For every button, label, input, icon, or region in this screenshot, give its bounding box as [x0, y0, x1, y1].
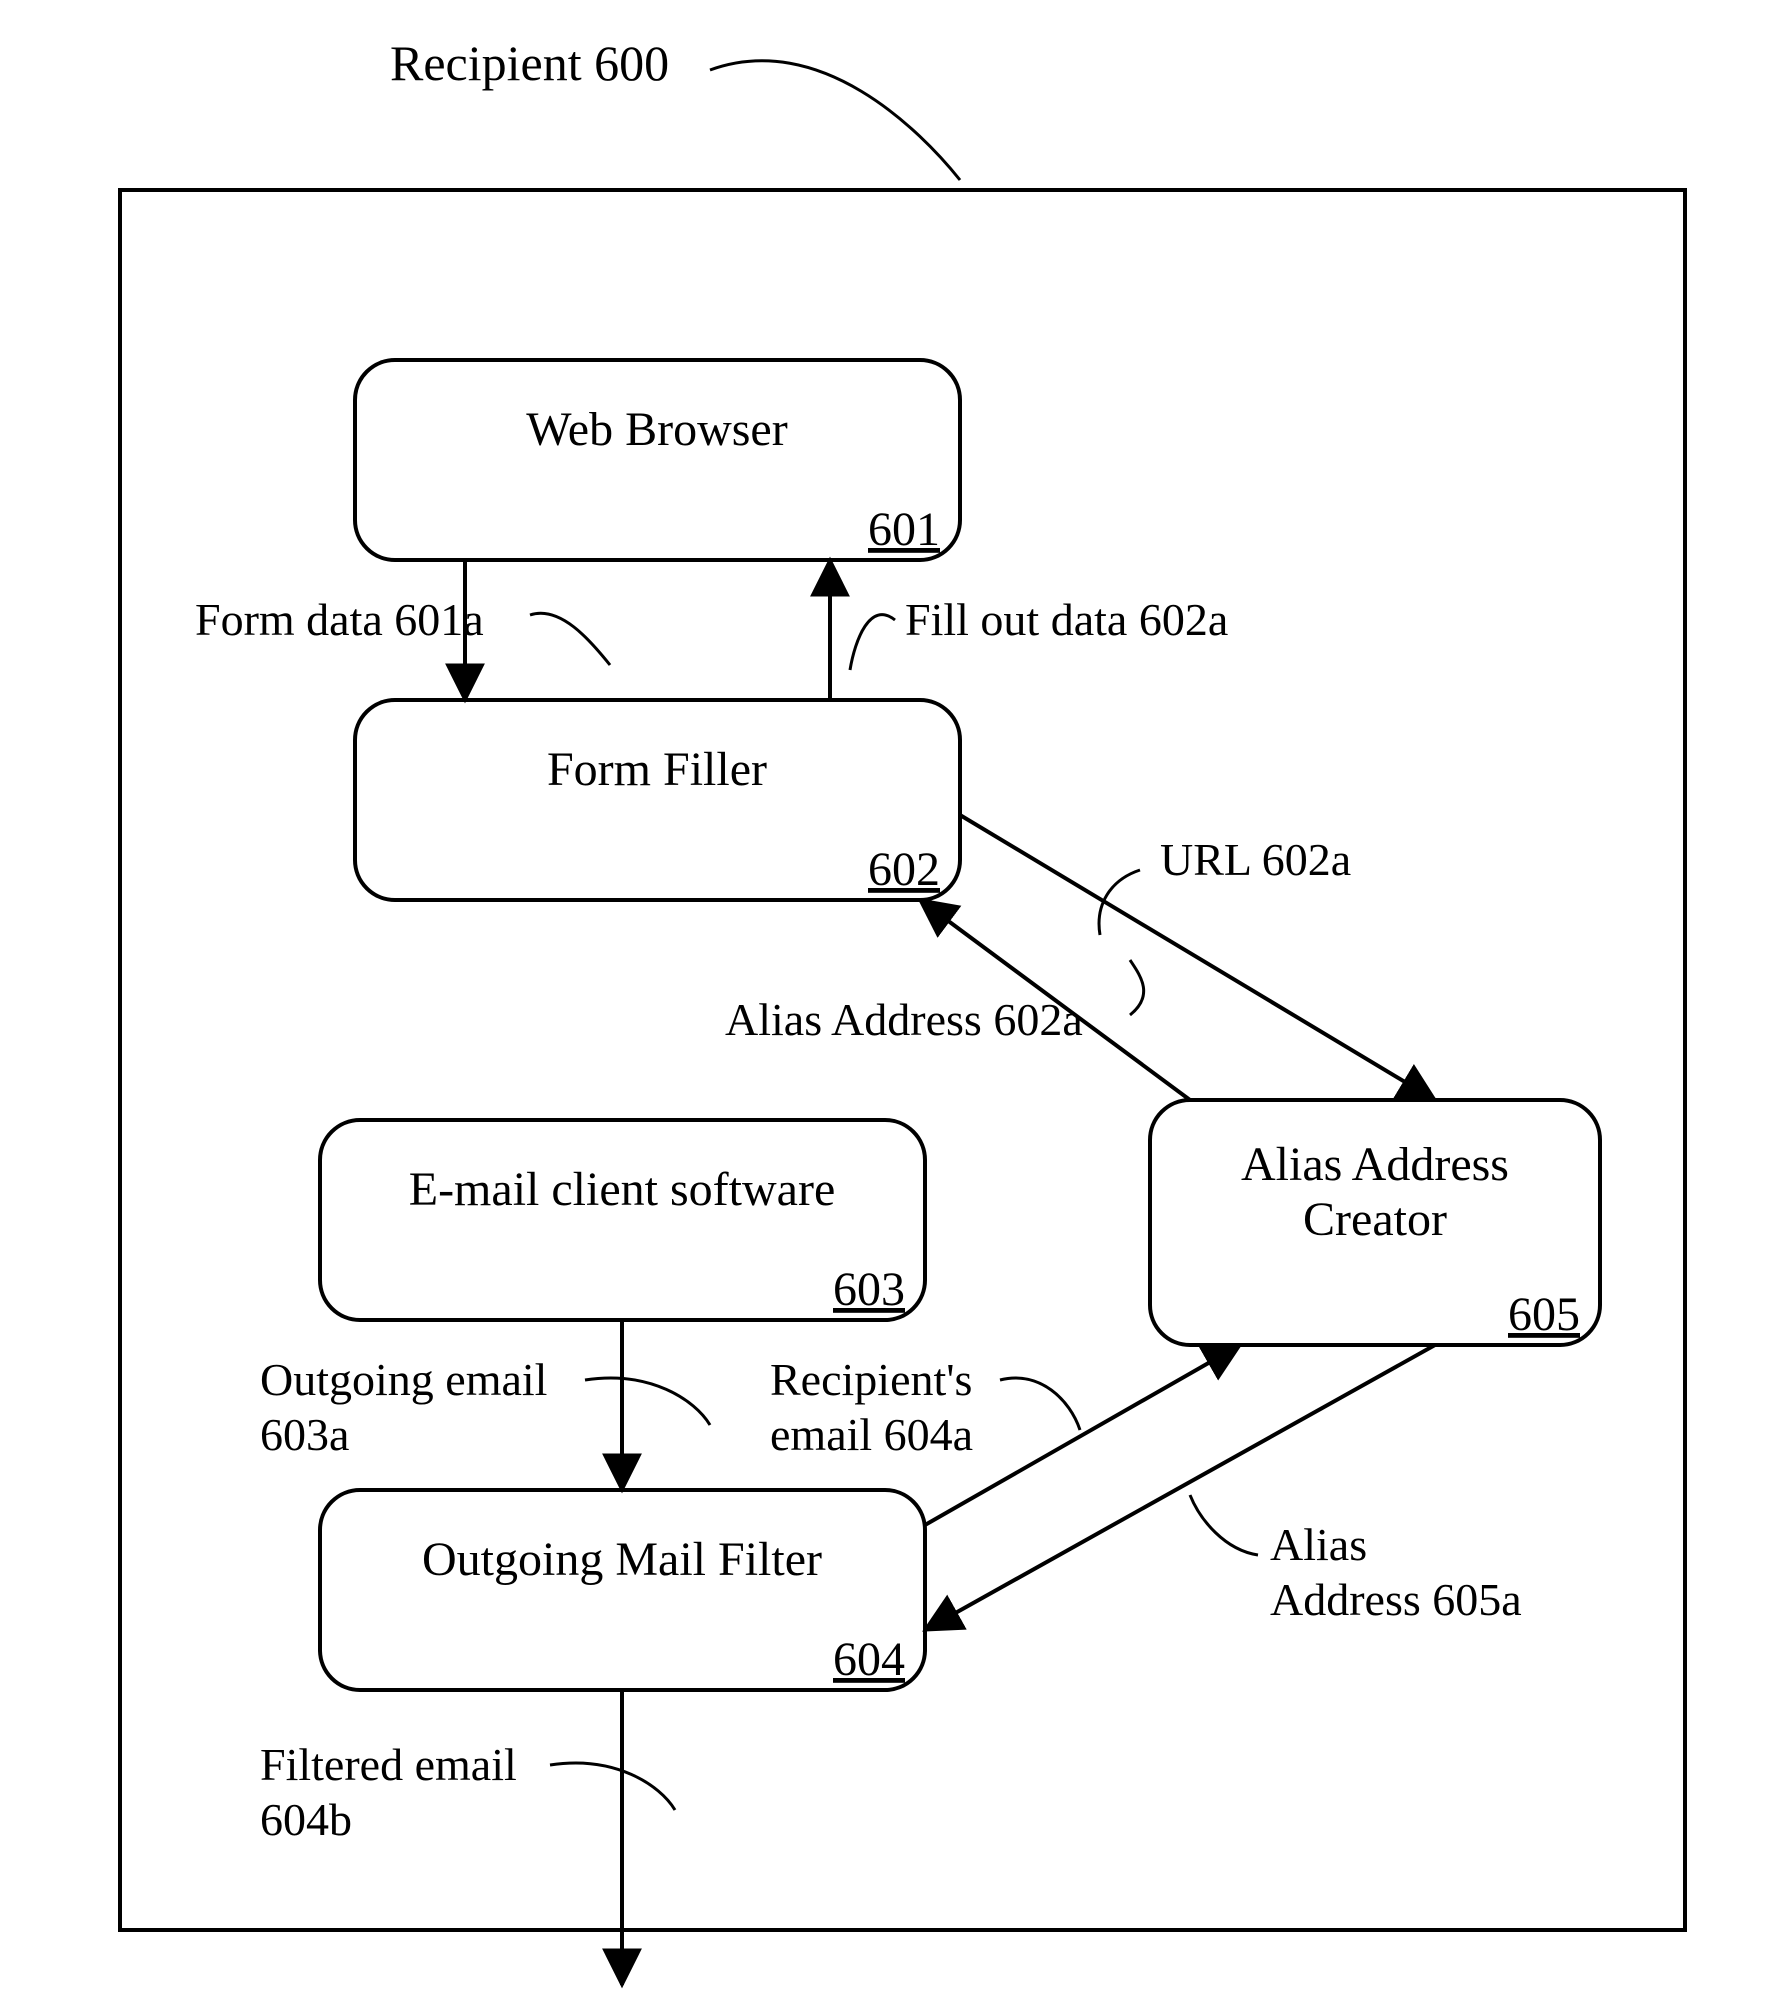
svg-text:603a: 603a [260, 1409, 349, 1460]
svg-text:Filtered email: Filtered email [260, 1739, 517, 1790]
box-mail-filter: Outgoing Mail Filter 604 [320, 1490, 925, 1690]
title-leader [710, 61, 960, 180]
label-alias-to-filter: Alias Address 605a [1270, 1519, 1522, 1625]
label-recipient-email: Recipient's email 604a [770, 1354, 973, 1460]
box-email-client: E-mail client software 603 [320, 1120, 925, 1320]
svg-text:604: 604 [833, 1633, 905, 1686]
label-form-data: Form data 601a [195, 594, 484, 645]
svg-text:Address 605a: Address 605a [1270, 1574, 1522, 1625]
leader-alias-to-filler [1130, 960, 1144, 1015]
svg-text:Outgoing email: Outgoing email [260, 1354, 547, 1405]
svg-text:604b: 604b [260, 1794, 352, 1845]
svg-text:Creator: Creator [1303, 1193, 1447, 1246]
label-filtered: Filtered email 604b [260, 1739, 517, 1845]
svg-text:602: 602 [868, 843, 940, 896]
label-alias-to-filler: Alias Address 602a [725, 994, 1083, 1045]
leader-fill-out [850, 615, 895, 670]
label-fill-out: Fill out data 602a [905, 594, 1228, 645]
leader-recipient-email [1000, 1378, 1080, 1430]
title-text: Recipient 600 [390, 35, 669, 91]
svg-text:Recipient's: Recipient's [770, 1354, 972, 1405]
svg-text:601: 601 [868, 503, 940, 556]
leader-form-data [530, 613, 610, 665]
svg-text:Form Filler: Form Filler [547, 743, 767, 796]
svg-text:603: 603 [833, 1263, 905, 1316]
box-form-filler: Form Filler 602 [355, 700, 960, 900]
leader-alias-to-filter [1190, 1495, 1258, 1555]
box-web-browser: Web Browser 601 [355, 360, 960, 560]
svg-text:Web Browser: Web Browser [526, 403, 787, 456]
label-url: URL 602a [1160, 834, 1351, 885]
leader-outgoing [585, 1378, 710, 1425]
svg-text:Outgoing Mail Filter: Outgoing Mail Filter [422, 1533, 822, 1586]
label-outgoing: Outgoing email 603a [260, 1354, 547, 1460]
svg-text:605: 605 [1508, 1288, 1580, 1341]
svg-text:email 604a: email 604a [770, 1409, 973, 1460]
leader-filtered [550, 1763, 675, 1810]
svg-text:E-mail client software: E-mail client software [409, 1163, 836, 1216]
svg-text:Alias Address: Alias Address [1241, 1138, 1509, 1191]
svg-text:Alias: Alias [1270, 1519, 1367, 1570]
box-alias-creator: Alias Address Creator 605 [1150, 1100, 1600, 1345]
